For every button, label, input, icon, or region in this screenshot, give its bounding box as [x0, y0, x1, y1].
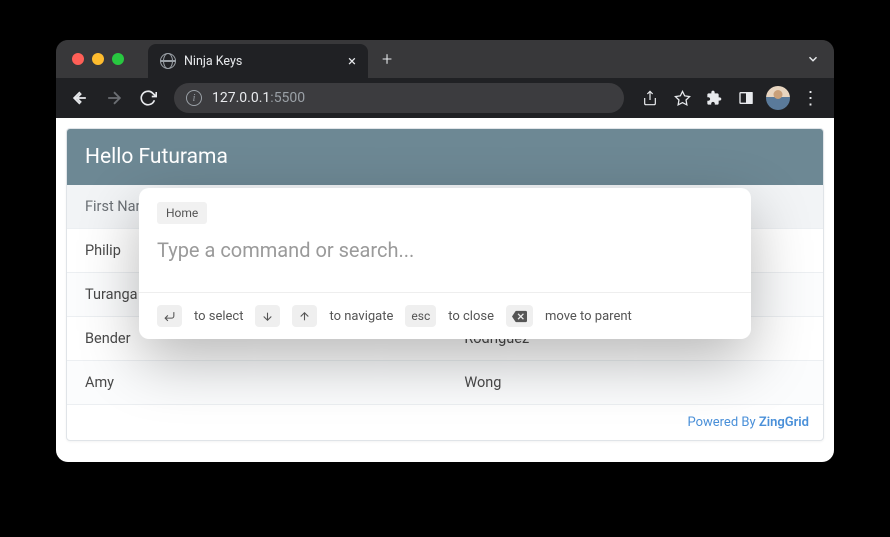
menu-icon[interactable]: ⋮: [796, 84, 824, 112]
footer-brand[interactable]: ZingGrid: [759, 415, 809, 430]
card-footer: Powered By ZingGrid: [67, 405, 823, 440]
titlebar: Ninja Keys × +: [56, 40, 834, 78]
search-row: [139, 230, 751, 292]
page-title: Hello Futurama: [67, 129, 823, 185]
window-close-button[interactable]: [72, 53, 84, 65]
window-minimize-button[interactable]: [92, 53, 104, 65]
url-port: :5500: [270, 90, 305, 106]
url-text: 127.0.0.1:5500: [212, 90, 305, 106]
viewport: Hello Futurama First Name Last Name Phil…: [56, 118, 834, 462]
share-icon[interactable]: [636, 84, 664, 112]
window-maximize-button[interactable]: [112, 53, 124, 65]
breadcrumb: Home: [139, 188, 751, 230]
back-button[interactable]: [66, 84, 94, 112]
table-row[interactable]: Amy Wong: [67, 361, 823, 405]
toolbar: i 127.0.0.1:5500 ⋮: [56, 78, 834, 118]
enter-key-icon: [157, 305, 182, 327]
traffic-lights: [72, 53, 124, 65]
breadcrumb-item[interactable]: Home: [157, 202, 207, 224]
toolbar-right: ⋮: [636, 84, 824, 112]
url-host: 127.0.0.1: [212, 90, 270, 106]
hint-select: to select: [194, 309, 243, 324]
chevron-down-icon[interactable]: [806, 52, 820, 66]
address-bar[interactable]: i 127.0.0.1:5500: [174, 83, 624, 113]
browser-tab[interactable]: Ninja Keys ×: [148, 44, 368, 78]
forward-button[interactable]: [100, 84, 128, 112]
hint-close: to close: [448, 309, 494, 324]
backspace-icon: [506, 305, 533, 327]
tab-strip: Ninja Keys × +: [148, 40, 392, 78]
cell-last: Wong: [446, 361, 823, 405]
tab-title: Ninja Keys: [184, 54, 340, 69]
star-icon[interactable]: [668, 84, 696, 112]
arrow-down-icon: [255, 305, 280, 327]
globe-icon: [160, 53, 176, 69]
extensions-icon[interactable]: [700, 84, 728, 112]
browser-window: Ninja Keys × + i 127.0.0.1:5500: [56, 40, 834, 462]
new-tab-button[interactable]: +: [382, 49, 392, 70]
hint-parent: move to parent: [545, 309, 632, 324]
avatar[interactable]: [764, 84, 792, 112]
panel-icon[interactable]: [732, 84, 760, 112]
search-input[interactable]: [157, 238, 733, 262]
info-icon: i: [186, 90, 202, 106]
command-palette: Home to select to navigate esc to close: [139, 188, 751, 339]
hint-navigate: to navigate: [329, 309, 393, 324]
footer-text: Powered By: [687, 415, 758, 430]
arrow-up-icon: [292, 305, 317, 327]
esc-key: esc: [405, 305, 436, 327]
close-icon[interactable]: ×: [348, 52, 356, 70]
cell-first: Amy: [67, 361, 446, 405]
palette-footer: to select to navigate esc to close move …: [139, 292, 751, 339]
reload-button[interactable]: [134, 84, 162, 112]
